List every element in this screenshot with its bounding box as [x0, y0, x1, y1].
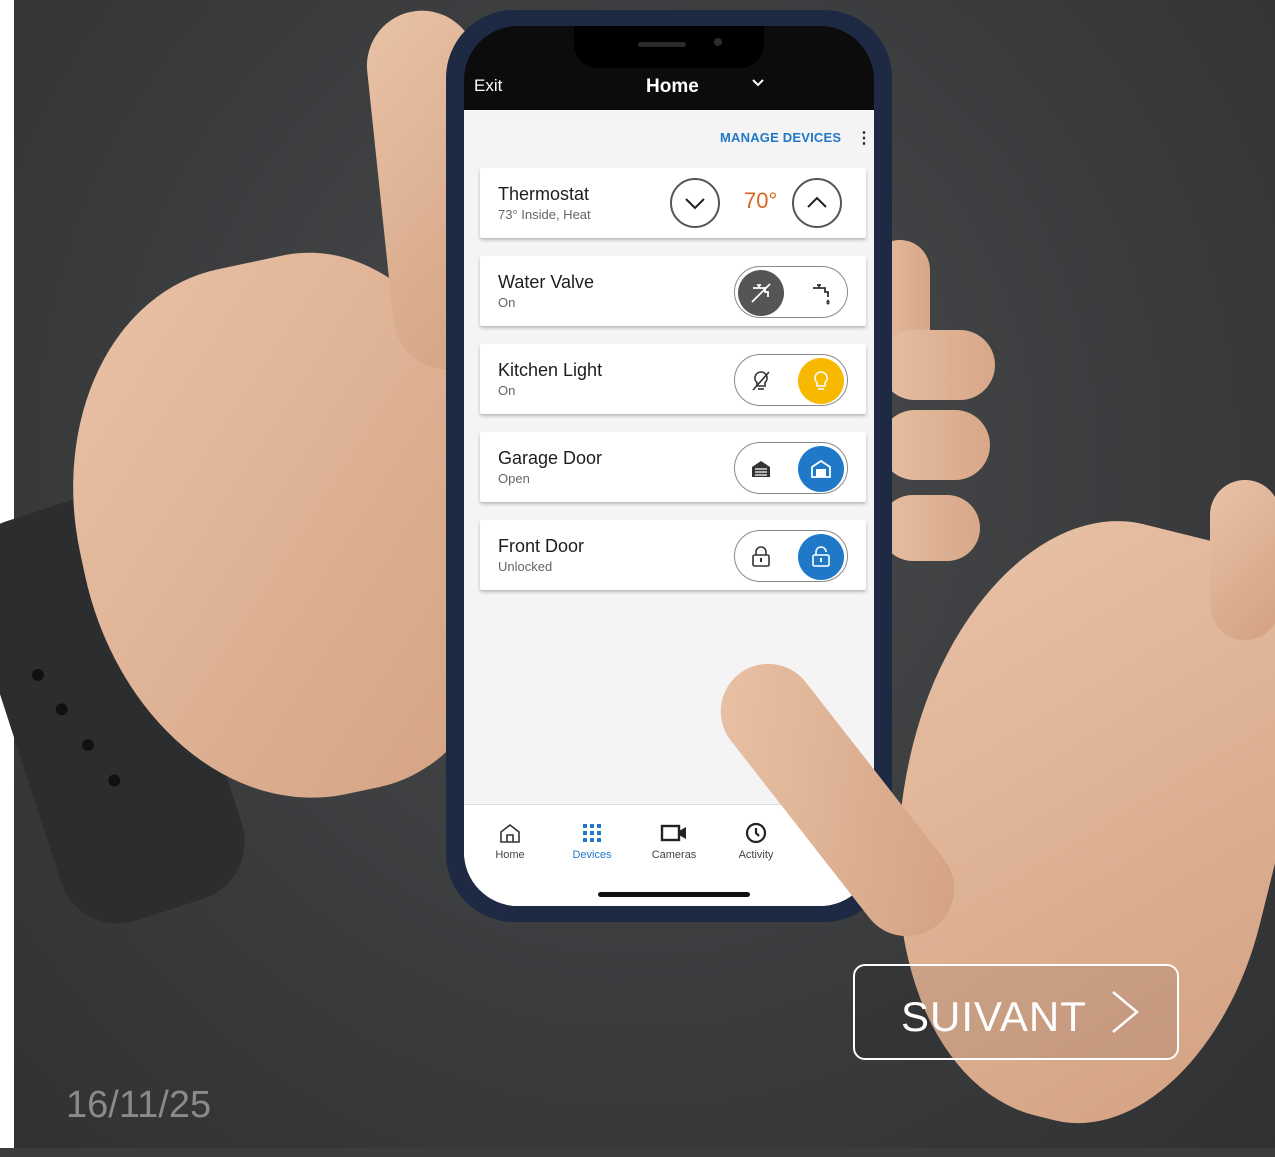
- unlock-icon: [812, 546, 830, 567]
- front-door-toggle[interactable]: [734, 530, 848, 582]
- tab-activity[interactable]: Activity: [716, 819, 796, 861]
- water-valve-toggle[interactable]: [734, 266, 848, 318]
- device-status: Unlocked: [498, 559, 553, 574]
- lock-icon: [752, 546, 770, 567]
- device-name: Thermostat: [498, 184, 590, 204]
- bulb-off-icon: [752, 371, 770, 391]
- garage-close-option[interactable]: [738, 446, 784, 492]
- valve-off-option[interactable]: [738, 270, 784, 316]
- left-finger: [880, 330, 995, 400]
- garage-open-icon: [811, 459, 831, 478]
- device-name: Kitchen Light: [498, 360, 603, 380]
- device-name: Water Valve: [498, 272, 595, 292]
- garage-closed-icon: [752, 461, 770, 477]
- kitchen-light-toggle[interactable]: [734, 354, 848, 406]
- tab-label: Activity: [738, 849, 774, 861]
- next-button-label: SUIVANT: [901, 993, 1087, 1040]
- right-finger: [1210, 480, 1275, 640]
- device-card-kitchen-light[interactable]: Kitchen Light On: [480, 344, 866, 414]
- tab-cameras[interactable]: Cameras: [634, 819, 714, 861]
- temp-down-button[interactable]: [670, 178, 720, 228]
- camera-icon: [660, 824, 686, 842]
- light-on-option[interactable]: [798, 358, 844, 404]
- device-card-front-door[interactable]: Front Door Unlocked: [480, 520, 866, 590]
- light-off-option[interactable]: [738, 358, 784, 404]
- unlock-option[interactable]: [798, 534, 844, 580]
- lock-option[interactable]: [738, 534, 784, 580]
- next-button[interactable]: SUIVANT: [853, 964, 1179, 1060]
- kebab-menu-icon[interactable]: ⋮: [856, 128, 872, 148]
- chevron-up-icon: [807, 196, 827, 208]
- tab-devices[interactable]: Devices: [552, 819, 632, 861]
- valve-on-option[interactable]: [798, 270, 844, 316]
- device-card-garage-door[interactable]: Garage Door Open: [480, 432, 866, 502]
- house-icon: [500, 823, 520, 843]
- chevron-right-icon: [1107, 988, 1143, 1041]
- top-bar: Exit Home: [464, 70, 874, 110]
- left-finger: [880, 495, 980, 561]
- device-status: On: [498, 295, 516, 310]
- date-label: 16/11/25: [66, 1084, 212, 1126]
- device-name: Front Door: [498, 536, 585, 556]
- temp-up-button[interactable]: [792, 178, 842, 228]
- device-card-thermostat[interactable]: Thermostat 73° Inside, Heat 70°: [480, 168, 866, 238]
- home-indicator: [598, 892, 750, 897]
- tab-label: Home: [495, 849, 525, 861]
- tab-label: Cameras: [651, 849, 697, 861]
- tab-home[interactable]: Home: [470, 819, 550, 861]
- setpoint-value: 70°: [744, 188, 778, 213]
- manage-devices-link[interactable]: MANAGE DEVICES: [720, 130, 841, 145]
- notch: [574, 26, 764, 68]
- exit-button[interactable]: Exit: [474, 76, 502, 96]
- faucet-icon: [813, 284, 830, 305]
- device-status: On: [498, 383, 516, 398]
- bulb-icon: [814, 371, 828, 390]
- chevron-down-icon: [685, 198, 705, 210]
- device-name: Garage Door: [498, 448, 603, 468]
- faucet-off-icon: [751, 283, 771, 303]
- chevron-down-icon[interactable]: [750, 74, 766, 95]
- device-status: 73° Inside, Heat: [498, 207, 591, 222]
- grid-icon: [583, 824, 601, 842]
- location-title[interactable]: Home: [646, 76, 699, 98]
- tab-label: Devices: [572, 849, 612, 861]
- garage-door-toggle[interactable]: [734, 442, 848, 494]
- left-finger: [880, 410, 990, 480]
- device-card-water-valve[interactable]: Water Valve On: [480, 256, 866, 326]
- clock-icon: [745, 822, 767, 844]
- garage-open-option[interactable]: [798, 446, 844, 492]
- device-status: Open: [498, 471, 530, 486]
